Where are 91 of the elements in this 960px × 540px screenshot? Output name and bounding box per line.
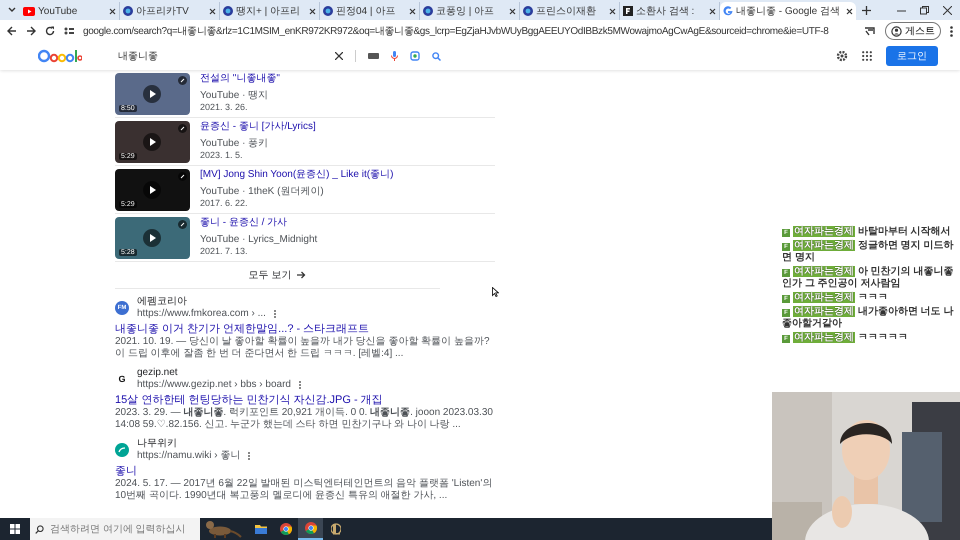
arrow-icon bbox=[297, 271, 306, 279]
close-icon[interactable] bbox=[509, 8, 516, 14]
leaf-logo-icon bbox=[115, 443, 129, 457]
close-icon[interactable] bbox=[209, 8, 216, 14]
video-date: 2021. 3. 26. bbox=[200, 102, 249, 113]
video-date: 2023. 1. 5. bbox=[200, 150, 244, 161]
result-snippet: 2024. 5. 17. — 2017년 6월 22일 발매된 미스틱엔터테인먼트의 음악 플랫폼 'Listen'의 10번째 곡이다. 1990년대 복고풍의 멜로디에 윤종신 특유의 애절한 가사, ... bbox=[115, 478, 494, 502]
result-snippet: 2023. 3. 29. — 내좋니좋. 럭키포인트 20,921 개이득. 0 0. 내좋니좋. jooon 2023.03.30 14:08 59.♡.82.156. 신고. 누군가 했는데 스타 하면 민찬기구나 와 나이 나랑 ... bbox=[115, 407, 494, 431]
globe-icon bbox=[123, 6, 133, 16]
browser-tab[interactable]: 아프리카TV bbox=[120, 2, 220, 20]
site-url: https://www.fmkorea.com › ... bbox=[137, 308, 266, 320]
browser-tab[interactable]: 소환사 검색 : bbox=[620, 2, 720, 20]
google-icon bbox=[723, 6, 733, 16]
more-icon[interactable] bbox=[248, 452, 250, 460]
video-source: YouTube · 1theK (원더케이) bbox=[200, 186, 325, 198]
play-icon bbox=[23, 6, 35, 16]
globe-icon bbox=[323, 6, 333, 16]
mouse-pointer-icon bbox=[492, 287, 499, 297]
expand-icon[interactable] bbox=[178, 76, 187, 85]
more-icon[interactable] bbox=[950, 26, 953, 36]
browser-tab[interactable]: 핀정04 | 아프 bbox=[320, 2, 420, 20]
guest-profile-button[interactable]: 게스트 bbox=[885, 22, 941, 40]
close-icon[interactable] bbox=[109, 8, 116, 14]
close-icon[interactable] bbox=[709, 8, 716, 14]
play-icon bbox=[143, 85, 161, 103]
site-url: https://www.gezip.net › bbs › board bbox=[137, 379, 291, 391]
search-field[interactable]: 내좋니좋 bbox=[116, 50, 323, 62]
play-icon bbox=[143, 181, 161, 199]
reload-icon[interactable] bbox=[45, 26, 55, 36]
app-icon bbox=[623, 6, 633, 16]
settings-icon[interactable] bbox=[836, 50, 848, 62]
apps-grid-icon[interactable] bbox=[862, 51, 872, 61]
result-link[interactable]: 15살 연하한테 헌팅당하는 민찬기식 자신감.JPG - 개집 bbox=[115, 393, 495, 407]
site-info-icon[interactable] bbox=[64, 27, 74, 35]
folder-icon bbox=[254, 524, 266, 534]
taskbar-app[interactable] bbox=[298, 518, 323, 540]
site-url: https://namu.wiki › 좋니 bbox=[137, 450, 240, 462]
clear-icon[interactable] bbox=[335, 52, 343, 60]
expand-icon[interactable] bbox=[178, 172, 187, 181]
site-name: gezip.net bbox=[137, 367, 179, 379]
new-tab-icon[interactable] bbox=[862, 6, 871, 14]
expand-icon[interactable] bbox=[178, 124, 187, 133]
show-all-button[interactable]: 모두 보기 bbox=[242, 267, 312, 283]
multicolor-logo-icon[interactable] bbox=[38, 48, 82, 64]
play-icon bbox=[143, 229, 161, 247]
address-bar[interactable]: google.com/search?q=내좋니좋&rlz=1C1MSIM_enKR972KR972&oq=내좋니좋&gs_lcrp=EgZjaHJvbWUyBggAEEUYOdIBBzk5MWowajmoAgCwAgE&sourceid=chrome&ie=UTF-8 bbox=[83, 24, 856, 38]
back-icon[interactable] bbox=[7, 26, 17, 36]
video-source: YouTube · 풍키 bbox=[200, 138, 270, 150]
close-icon[interactable] bbox=[943, 6, 952, 14]
browser-icon bbox=[280, 523, 292, 535]
forward-icon[interactable] bbox=[26, 26, 36, 36]
site-name: 에펨코리아 bbox=[137, 296, 188, 308]
globe-icon bbox=[523, 6, 533, 16]
site-name: 나무위키 bbox=[137, 438, 178, 450]
search-icon[interactable] bbox=[30, 518, 48, 540]
login-button[interactable]: 로그인 bbox=[886, 46, 938, 66]
video-title[interactable]: [MV] Jong Shin Yoon(윤종신) _ Like it(좋니) bbox=[200, 169, 394, 181]
cast-icon[interactable] bbox=[865, 26, 876, 36]
microphone-icon[interactable] bbox=[391, 51, 398, 61]
result-snippet: 2021. 10. 19. — 당신이 날 좋아할 확률이 높을까 내가 당신을 좋아할 확률이 높을까? 이 드립 이후에 잘좀 한 번 더 준다면서 한 드립 ㅋㅋㅋ. [레벨:4] ... bbox=[115, 336, 491, 360]
more-icon[interactable] bbox=[298, 381, 301, 389]
browser-tab[interactable]: 코풍잉 | 아프 bbox=[420, 2, 520, 20]
camera-icon[interactable] bbox=[410, 51, 420, 61]
person-icon bbox=[891, 26, 902, 36]
browser-tab[interactable]: YouTube bbox=[20, 2, 120, 20]
globe-icon bbox=[223, 6, 233, 16]
windows-start-icon[interactable] bbox=[10, 524, 20, 534]
more-icon[interactable] bbox=[274, 310, 276, 318]
close-icon[interactable] bbox=[309, 8, 316, 14]
close-icon[interactable] bbox=[846, 8, 853, 14]
restore-icon[interactable] bbox=[920, 6, 929, 14]
video-title[interactable]: 전설의 "니좋내좋" bbox=[200, 73, 280, 85]
video-date: 2021. 7. 13. bbox=[200, 246, 249, 257]
video-title[interactable]: 좋니 - 윤종신 / 가사 bbox=[200, 217, 318, 229]
browser-icon bbox=[304, 522, 316, 534]
video-title[interactable]: 윤종신 - 좋니 [가사/Lyrics] bbox=[200, 121, 316, 133]
browser-tab[interactable]: 땡지+ | 아프리 bbox=[220, 2, 320, 20]
result-link[interactable]: 내좋니좋 이거 찬기가 언제한말임...? - 스타크래프트 bbox=[115, 322, 495, 336]
play-icon bbox=[143, 133, 161, 151]
result-link[interactable]: 좋니 bbox=[115, 464, 495, 478]
globe-icon bbox=[423, 6, 433, 16]
expand-icon[interactable] bbox=[178, 220, 187, 229]
video-date: 2017. 6. 22. bbox=[200, 198, 249, 209]
close-icon[interactable] bbox=[409, 8, 416, 14]
video-source: YouTube · 땡지 bbox=[200, 90, 270, 102]
taskbar-search-field[interactable]: 검색하려면 여기에 입력하십시 bbox=[48, 518, 200, 540]
browser-tab[interactable]: 내좋니좋 - Google 검색 bbox=[720, 2, 856, 20]
video-source: YouTube · Lyrics_Midnight bbox=[200, 234, 318, 246]
browser-tab[interactable]: 프린스이재환 bbox=[520, 2, 620, 20]
close-icon[interactable] bbox=[609, 8, 616, 14]
game-icon bbox=[330, 523, 340, 535]
